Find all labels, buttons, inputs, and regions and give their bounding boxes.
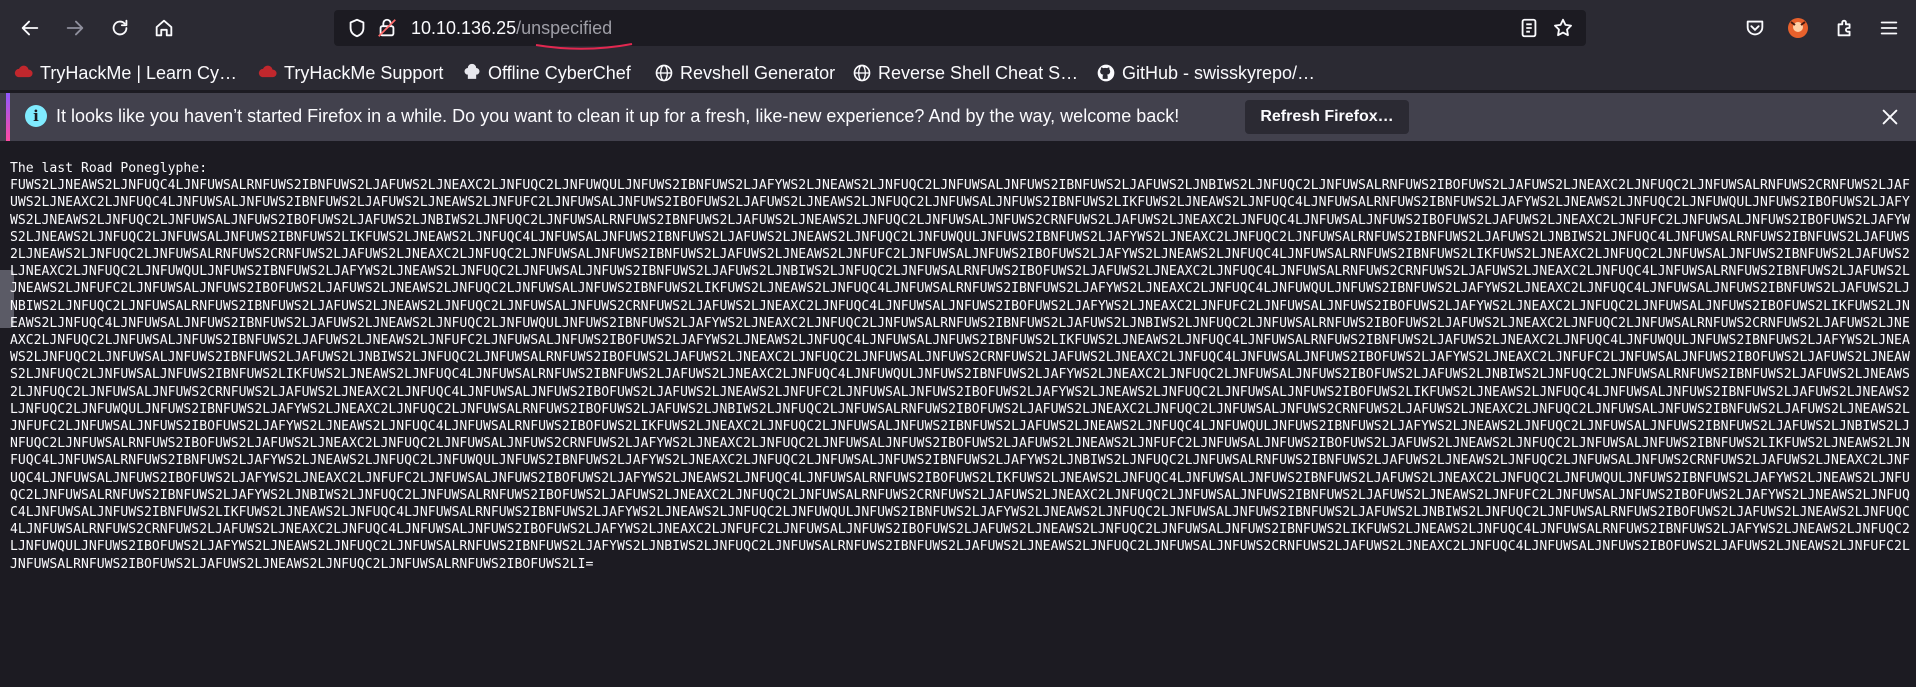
bookmark-tryhackme-support[interactable]: TryHackMe Support	[258, 60, 443, 86]
close-notification-button[interactable]	[1876, 103, 1904, 131]
chef-icon	[462, 63, 482, 83]
bookmarks-toolbar: TryHackMe | Learn Cy… TryHackMe Support …	[0, 55, 1916, 90]
bookmark-label: TryHackMe | Learn Cy…	[40, 62, 238, 83]
reload-button[interactable]	[102, 10, 138, 46]
spellcheck-underline	[535, 43, 633, 50]
forward-button[interactable]	[57, 10, 93, 46]
notification-message: It looks like you haven’t started Firefo…	[56, 106, 1180, 126]
app-menu-button[interactable]	[1876, 15, 1902, 41]
info-icon: i	[25, 105, 47, 127]
address-bar[interactable]: 10.10.136.25/unspecified	[334, 10, 1586, 50]
browser-toolbar: 10.10.136.25/unspecified	[0, 0, 1916, 55]
insecure-lock-icon[interactable]	[376, 17, 398, 39]
encoded-text: FUWS2LJNEAWS2LJNFUQC4LJNFUWSALRNFUWS2IBN…	[10, 178, 1910, 572]
extension-avatar-button[interactable]	[1785, 15, 1811, 41]
tryhackme-icon	[14, 63, 34, 83]
pocket-icon	[1746, 20, 1764, 36]
reload-icon	[112, 19, 128, 36]
page-title: The last Road Poneglyphe:	[10, 161, 208, 176]
shield-icon[interactable]	[346, 17, 368, 39]
extension-avatar-icon	[1788, 18, 1808, 38]
globe-icon	[654, 63, 674, 83]
bookmark-github-swisskyrepo[interactable]: GitHub - swisskyrepo/…	[1096, 60, 1315, 86]
bookmark-tryhackme-learn[interactable]: TryHackMe | Learn Cy…	[14, 60, 237, 86]
refresh-firefox-button[interactable]: Refresh Firefox…	[1245, 100, 1409, 134]
menu-icon	[1880, 21, 1898, 35]
tryhackme-icon	[258, 63, 278, 83]
page-content: The last Road Poneglyphe: FUWS2LJNEAWS2L…	[10, 160, 1910, 573]
notification-accent	[6, 93, 10, 141]
home-icon	[155, 19, 173, 37]
pocket-button[interactable]	[1742, 15, 1768, 41]
globe-icon	[852, 63, 872, 83]
url-path: /unspecified	[516, 18, 613, 38]
notification-bar: i It looks like you haven’t started Fire…	[0, 93, 1916, 141]
back-arrow-icon	[21, 20, 39, 36]
close-icon	[1882, 109, 1898, 125]
bookmark-revshell-generator[interactable]: Revshell Generator	[654, 60, 835, 86]
bookmark-offline-cyberchef[interactable]: Offline CyberChef	[462, 60, 631, 86]
bookmark-star-icon[interactable]	[1552, 17, 1574, 39]
github-icon	[1096, 63, 1116, 83]
bookmark-reverse-shell-cheat-sheet[interactable]: Reverse Shell Cheat S…	[852, 60, 1078, 86]
extensions-icon	[1837, 19, 1851, 37]
bookmark-label: TryHackMe Support	[284, 62, 444, 83]
back-button[interactable]	[12, 10, 48, 46]
reader-view-icon[interactable]	[1518, 17, 1540, 39]
bookmark-label: Reverse Shell Cheat S…	[878, 62, 1079, 83]
bookmark-label: GitHub - swisskyrepo/…	[1122, 62, 1316, 83]
bookmark-label: Offline CyberChef	[488, 62, 631, 83]
url-host: 10.10.136.25	[411, 18, 517, 38]
bookmark-label: Revshell Generator	[680, 62, 836, 83]
extensions-button[interactable]	[1832, 15, 1858, 41]
forward-arrow-icon	[66, 20, 84, 36]
home-button[interactable]	[146, 10, 182, 46]
url-text[interactable]: 10.10.136.25/unspecified	[411, 16, 612, 40]
